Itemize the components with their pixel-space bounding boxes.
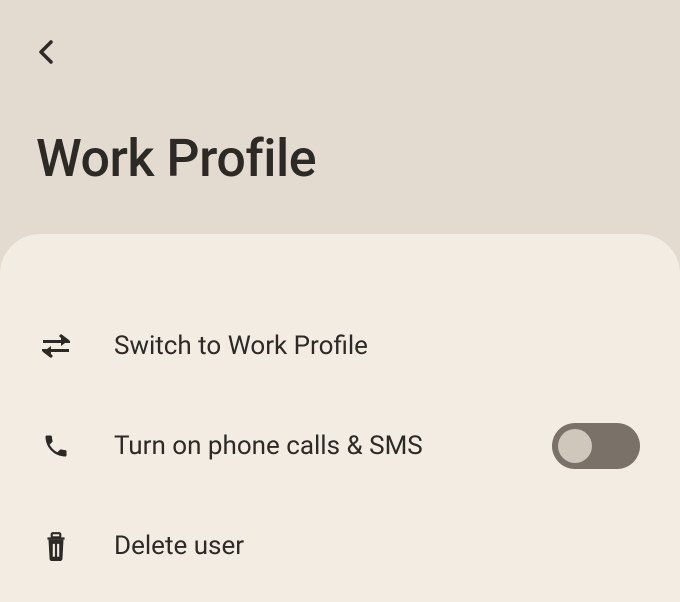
switch-profile-label: Switch to Work Profile — [114, 331, 644, 361]
settings-panel: Switch to Work Profile Turn on phone cal… — [0, 234, 680, 602]
trash-icon — [36, 531, 76, 561]
delete-user-item[interactable]: Delete user — [0, 496, 680, 596]
phone-sms-label: Turn on phone calls & SMS — [114, 431, 552, 461]
switch-profile-item[interactable]: Switch to Work Profile — [0, 296, 680, 396]
phone-sms-toggle[interactable] — [552, 423, 640, 469]
swap-icon — [36, 334, 76, 358]
toggle-knob — [558, 429, 592, 463]
phone-sms-item[interactable]: Turn on phone calls & SMS — [0, 396, 680, 496]
page-title: Work Profile — [36, 128, 316, 189]
delete-user-label: Delete user — [114, 531, 644, 561]
phone-icon — [36, 432, 76, 460]
back-button[interactable] — [28, 30, 64, 78]
chevron-left-icon — [36, 51, 56, 70]
